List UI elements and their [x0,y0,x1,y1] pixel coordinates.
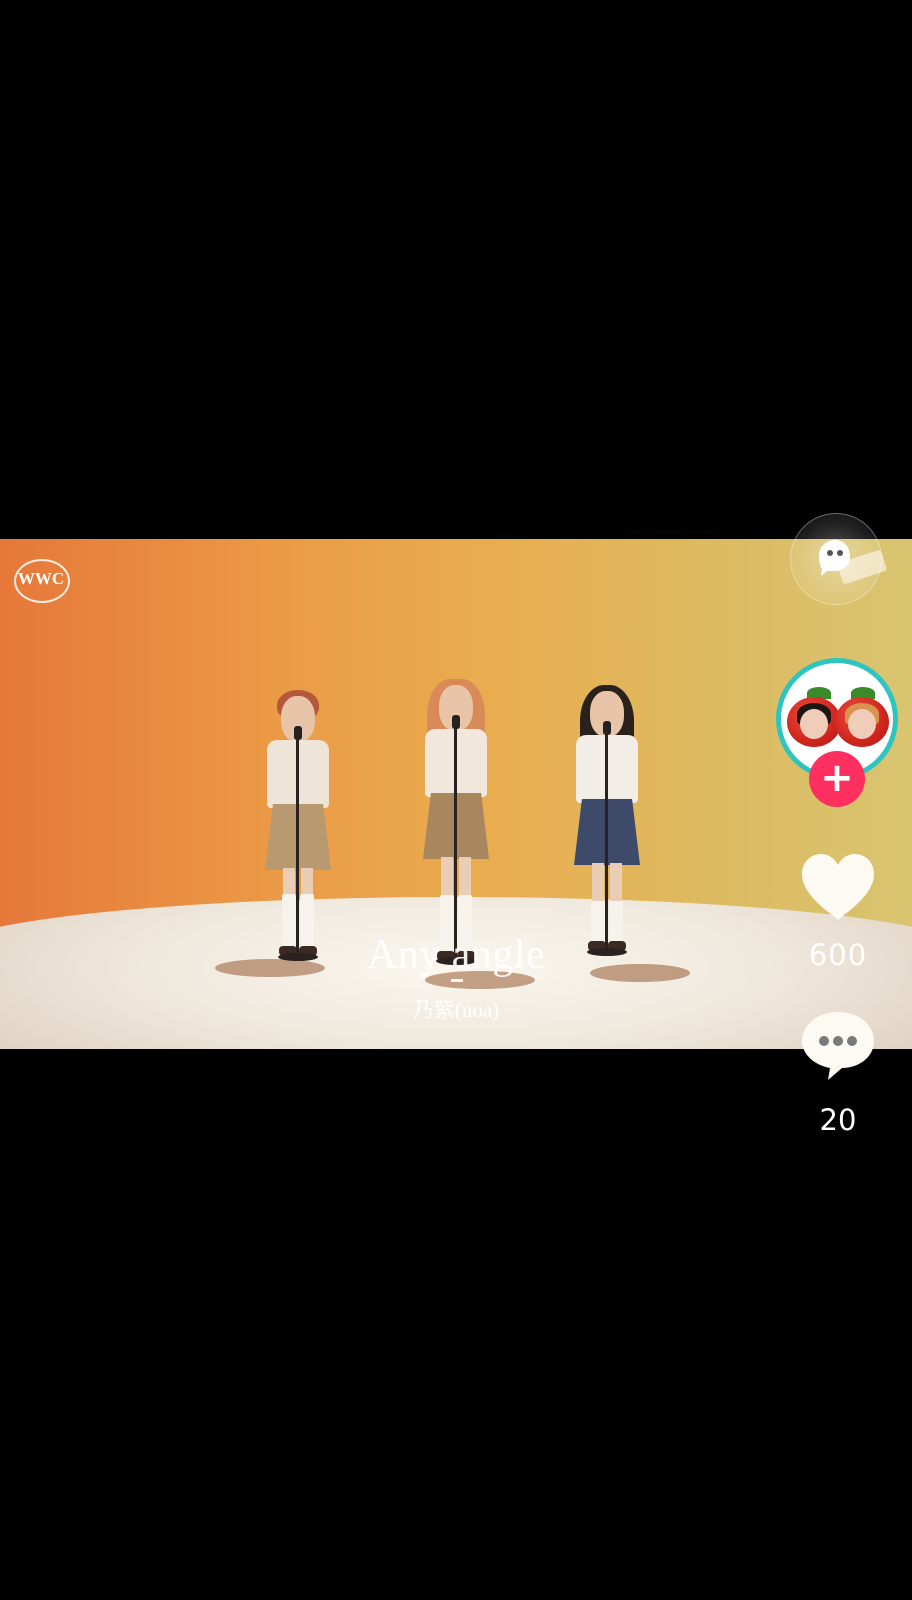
heart-icon[interactable] [798,850,878,924]
singer-left [253,690,343,966]
singer-center [411,679,501,965]
video-player[interactable]: WWC Any angle 乃紫(noa) [0,539,912,1049]
music-disc-icon [819,540,850,576]
follow-button[interactable]: + [809,751,865,807]
music-disc-button[interactable] [790,513,888,605]
app-screen: WWC Any angle 乃紫(noa) + 600 20 [0,0,912,1600]
logo-ring [14,559,70,603]
plus-icon: + [820,755,854,801]
singer-right [562,685,652,966]
comment-bubble-icon[interactable] [798,1008,878,1082]
comment-count: 20 [819,1103,857,1137]
song-artist: 乃紫(noa) [412,998,500,1022]
like-count: 600 [808,938,868,972]
title-divider [451,979,463,982]
channel-watermark-logo: WWC [10,553,72,605]
song-title: Any angle [366,932,546,978]
